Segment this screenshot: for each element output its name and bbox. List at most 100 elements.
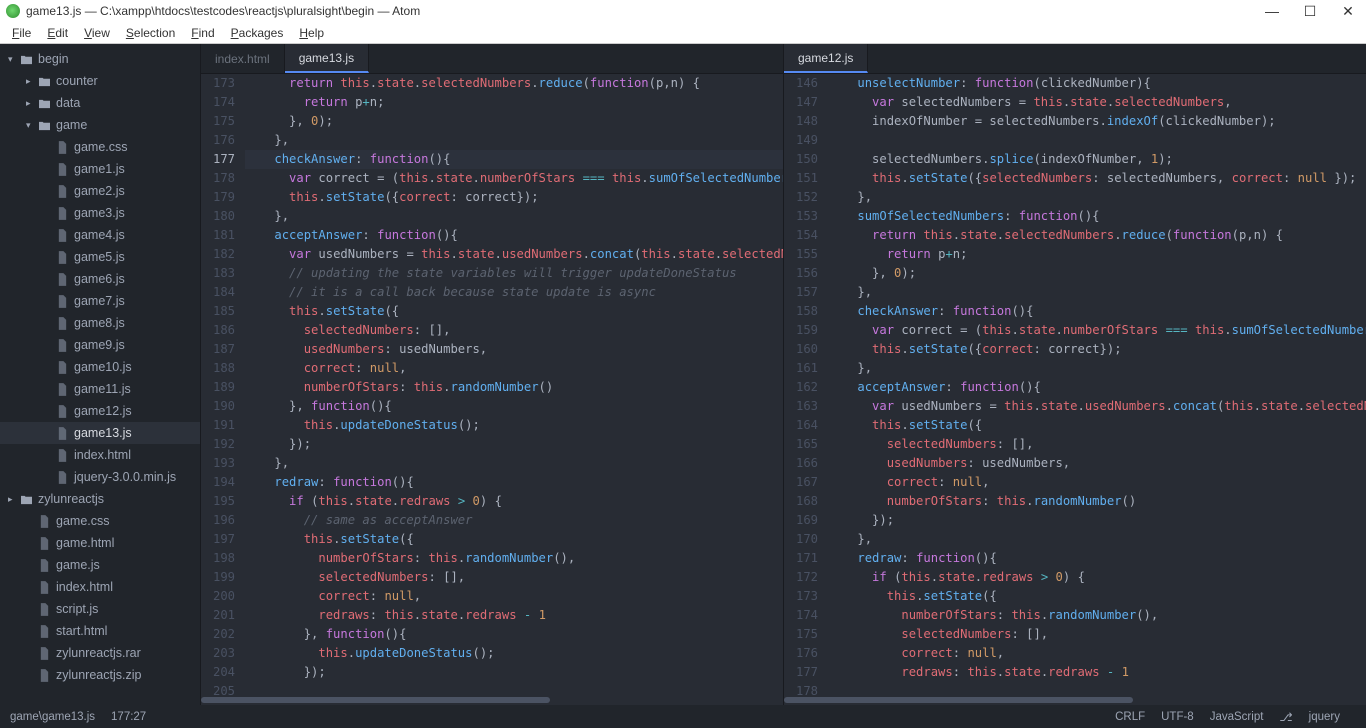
status-grammar[interactable]: JavaScript <box>1210 711 1264 723</box>
tree-file-game9-js[interactable]: game9.js <box>0 334 200 356</box>
file-icon <box>54 339 70 352</box>
scrollbar-h-right[interactable] <box>784 695 1366 705</box>
file-icon <box>54 427 70 440</box>
tree-folder-begin[interactable]: ▾ begin <box>0 48 200 70</box>
file-icon <box>36 625 52 638</box>
tree-file-game7-js[interactable]: game7.js <box>0 290 200 312</box>
tree-file-game1-js[interactable]: game1.js <box>0 158 200 180</box>
file-icon <box>54 361 70 374</box>
title-bar: game13.js — C:\xampp\htdocs\testcodes\re… <box>0 0 1366 22</box>
tree-file-jquery-3-0-0-min-js[interactable]: jquery-3.0.0.min.js <box>0 466 200 488</box>
file-icon <box>54 273 70 286</box>
tree-file-game5-js[interactable]: game5.js <box>0 246 200 268</box>
tree-label: game.css <box>74 140 128 154</box>
tree-file-game13-js[interactable]: game13.js <box>0 422 200 444</box>
tab-game13-js[interactable]: game13.js <box>285 44 369 73</box>
tree-file-game4-js[interactable]: game4.js <box>0 224 200 246</box>
tree-label: game7.js <box>74 294 125 308</box>
tree-label: begin <box>38 52 69 66</box>
tree-label: script.js <box>56 602 98 616</box>
gutter-left: 1731741751761771781791801811821831841851… <box>201 74 245 695</box>
status-eol[interactable]: CRLF <box>1115 711 1145 723</box>
menu-edit[interactable]: Edit <box>39 26 76 40</box>
tree-label: game13.js <box>74 426 132 440</box>
tree-file-zylunreactjs-rar[interactable]: zylunreactjs.rar <box>0 642 200 664</box>
status-encoding[interactable]: UTF-8 <box>1161 711 1194 723</box>
file-icon <box>54 229 70 242</box>
file-icon <box>54 383 70 396</box>
chevron-icon[interactable]: ▸ <box>26 76 36 87</box>
tree-label: game.html <box>56 536 114 550</box>
tab-game12-js[interactable]: game12.js <box>784 44 868 73</box>
tree-file-zylunreactjs-zip[interactable]: zylunreactjs.zip <box>0 664 200 686</box>
tree-file-game-css[interactable]: game.css <box>0 510 200 532</box>
tree-file-index-html[interactable]: index.html <box>0 576 200 598</box>
chevron-icon[interactable]: ▾ <box>26 120 36 131</box>
code-right[interactable]: unselectNumber: function(clickedNumber){… <box>828 74 1366 695</box>
minimize-button[interactable]: — <box>1260 3 1284 20</box>
file-icon <box>54 163 70 176</box>
tree-file-index-html[interactable]: index.html <box>0 444 200 466</box>
tree-label: game11.js <box>74 382 131 396</box>
tree-file-game-html[interactable]: game.html <box>0 532 200 554</box>
tree-label: game12.js <box>74 404 132 418</box>
file-icon <box>36 647 52 660</box>
tree-file-game11-js[interactable]: game11.js <box>0 378 200 400</box>
tree-label: game.css <box>56 514 110 528</box>
tree-label: game3.js <box>74 206 125 220</box>
tree-folder-counter[interactable]: ▸ counter <box>0 70 200 92</box>
file-icon <box>54 251 70 264</box>
file-icon <box>36 603 52 616</box>
main-area: ▾begin▸counter▸data▾gamegame.cssgame1.js… <box>0 44 1366 705</box>
file-icon <box>54 141 70 154</box>
tree-label: data <box>56 96 80 110</box>
tree-file-game-css[interactable]: game.css <box>0 136 200 158</box>
status-path[interactable]: game\game13.js <box>10 711 95 723</box>
tree-file-start-html[interactable]: start.html <box>0 620 200 642</box>
editor-left[interactable]: 1731741751761771781791801811821831841851… <box>201 74 783 695</box>
menu-view[interactable]: View <box>76 26 118 40</box>
tree-file-game3-js[interactable]: game3.js <box>0 202 200 224</box>
tree-folder-zylunreactjs[interactable]: ▸zylunreactjs <box>0 488 200 510</box>
chevron-icon[interactable]: ▾ <box>8 54 18 65</box>
tree-file-game2-js[interactable]: game2.js <box>0 180 200 202</box>
editor-right[interactable]: 1461471481491501511521531541551561571581… <box>784 74 1366 695</box>
menu-find[interactable]: Find <box>183 26 222 40</box>
status-extra[interactable]: jquery <box>1309 711 1340 723</box>
menu-help[interactable]: Help <box>291 26 332 40</box>
file-icon <box>54 405 70 418</box>
tree-label: game8.js <box>74 316 125 330</box>
tree-folder-data[interactable]: ▸ data <box>0 92 200 114</box>
status-cursor[interactable]: 177:27 <box>111 711 146 723</box>
pane-right: game12.js 146147148149150151152153154155… <box>783 44 1366 705</box>
tab-index-html[interactable]: index.html <box>201 44 285 73</box>
editor-panes: index.htmlgame13.js 17317417517617717817… <box>200 44 1366 705</box>
file-icon <box>36 581 52 594</box>
tree-file-game8-js[interactable]: game8.js <box>0 312 200 334</box>
tree-label: game1.js <box>74 162 125 176</box>
tree-label: start.html <box>56 624 107 638</box>
tab-bar-left: index.htmlgame13.js <box>201 44 783 74</box>
tree-file-game-js[interactable]: game.js <box>0 554 200 576</box>
chevron-icon[interactable]: ▸ <box>26 98 36 109</box>
maximize-button[interactable]: ☐ <box>1298 3 1322 20</box>
tree-file-game10-js[interactable]: game10.js <box>0 356 200 378</box>
menu-file[interactable]: File <box>4 26 39 40</box>
chevron-icon[interactable]: ▸ <box>8 494 18 505</box>
window-controls: — ☐ ✕ <box>1260 3 1360 20</box>
scrollbar-h-left[interactable] <box>201 695 783 705</box>
tree-label: counter <box>56 74 98 88</box>
tree-view[interactable]: ▾begin▸counter▸data▾gamegame.cssgame1.js… <box>0 44 200 705</box>
tree-file-script-js[interactable]: script.js <box>0 598 200 620</box>
code-left[interactable]: return this.state.selectedNumbers.reduce… <box>245 74 783 695</box>
tree-label: game <box>56 118 87 132</box>
tree-label: game10.js <box>74 360 132 374</box>
close-button[interactable]: ✕ <box>1336 3 1360 20</box>
tree-folder-game[interactable]: ▾ game <box>0 114 200 136</box>
tab-bar-right: game12.js <box>784 44 1366 74</box>
menu-selection[interactable]: Selection <box>118 26 183 40</box>
tree-file-game6-js[interactable]: game6.js <box>0 268 200 290</box>
file-icon <box>54 317 70 330</box>
menu-packages[interactable]: Packages <box>223 26 292 40</box>
tree-file-game12-js[interactable]: game12.js <box>0 400 200 422</box>
